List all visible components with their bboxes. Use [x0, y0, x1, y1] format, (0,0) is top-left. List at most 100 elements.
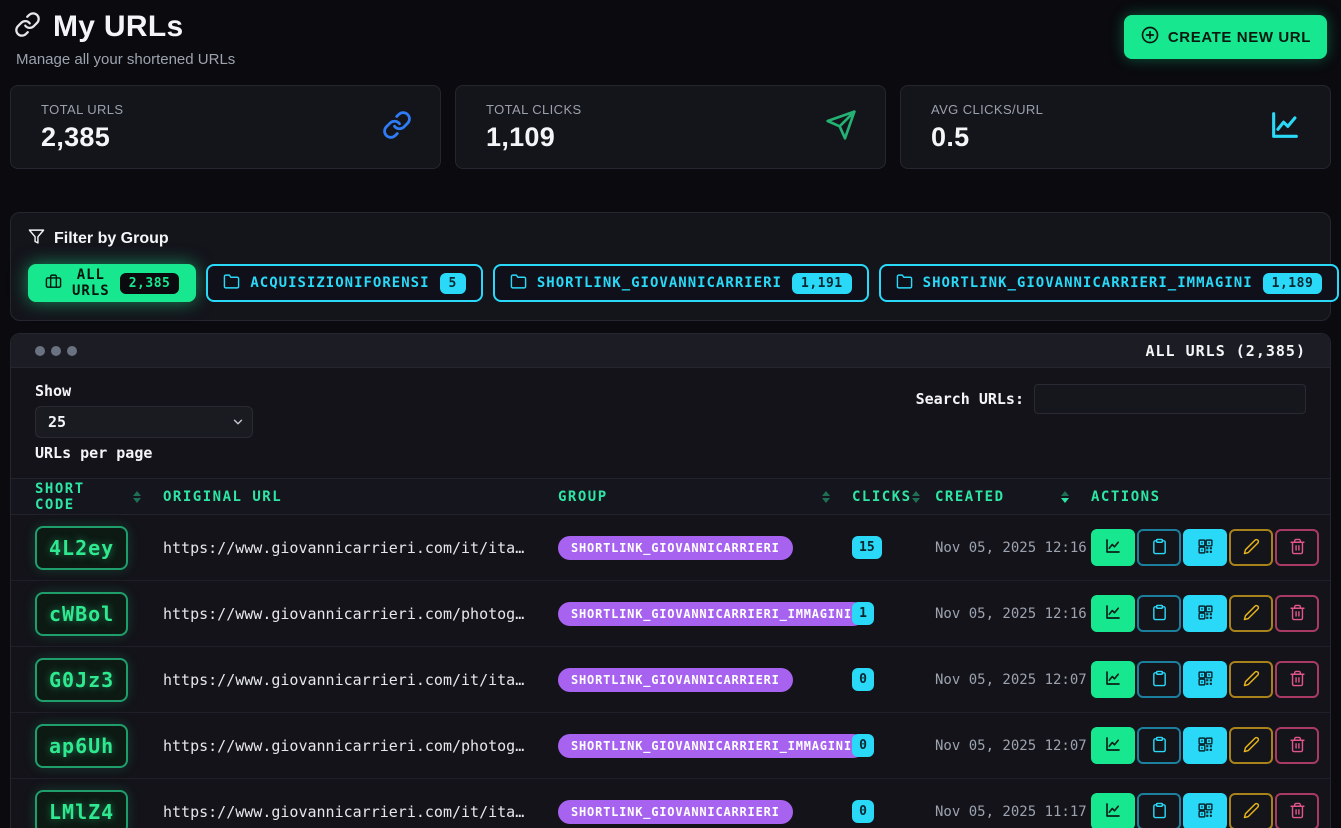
analytics-icon	[1104, 669, 1122, 690]
search-input[interactable]	[1034, 384, 1306, 414]
edit-button[interactable]	[1229, 793, 1273, 828]
delete-button[interactable]	[1275, 793, 1319, 828]
delete-button[interactable]	[1275, 727, 1319, 764]
column-header-created[interactable]: CREATED	[935, 489, 1091, 505]
column-header-clicks[interactable]: CLICKS	[852, 489, 935, 505]
folder-icon	[896, 273, 913, 294]
filter-panel: Filter by Group ALL URLS 2,385 ACQUISIZI…	[10, 212, 1331, 321]
row-actions	[1091, 661, 1319, 698]
create-new-url-button[interactable]: CREATE NEW URL	[1124, 15, 1327, 59]
analytics-button[interactable]	[1091, 661, 1135, 698]
pencil-icon	[1243, 670, 1260, 690]
stat-card-total-clicks: TOTAL CLICKS 1,109	[455, 85, 886, 169]
filter-title: Filter by Group	[54, 230, 169, 248]
group-badge: SHORTLINK_GIOVANNICARRIERI	[558, 536, 793, 560]
original-url-text: https://www.giovannicarrieri.com/it/ita…	[163, 671, 558, 689]
window-dot-icon	[35, 346, 45, 356]
delete-button[interactable]	[1275, 595, 1319, 632]
short-code-link[interactable]: 4L2ey	[35, 526, 128, 570]
filter-button-shortlink-giovannicarrieri[interactable]: SHORTLINK_GIOVANNICARRIERI 1,191	[493, 264, 869, 302]
window-dot-icon	[67, 346, 77, 356]
short-code-link[interactable]: LMlZ4	[35, 790, 128, 828]
per-page-select[interactable]: 25	[35, 406, 253, 438]
folder-icon	[510, 273, 527, 294]
table-row: 4L2ey https://www.giovannicarrieri.com/i…	[11, 515, 1330, 581]
edit-button[interactable]	[1229, 661, 1273, 698]
copy-button[interactable]	[1137, 595, 1181, 632]
clipboard-icon	[1151, 670, 1168, 690]
clicks-badge: 0	[852, 800, 874, 823]
link-icon	[382, 110, 412, 145]
page-header: My URLs Manage all your shortened URLs C…	[0, 0, 1341, 68]
table-row: G0Jz3 https://www.giovannicarrieri.com/i…	[11, 647, 1330, 713]
panel-title: ALL URLS (2,385)	[1146, 342, 1307, 360]
pencil-icon	[1243, 538, 1260, 558]
copy-button[interactable]	[1137, 661, 1181, 698]
analytics-button[interactable]	[1091, 793, 1135, 828]
copy-button[interactable]	[1137, 793, 1181, 828]
stat-card-avg-clicks: AVG CLICKS/URL 0.5	[900, 85, 1331, 169]
row-actions	[1091, 727, 1319, 764]
folder-icon	[223, 273, 240, 294]
qr-code-button[interactable]	[1183, 529, 1227, 566]
clipboard-icon	[1151, 736, 1168, 756]
copy-button[interactable]	[1137, 727, 1181, 764]
column-header-actions: ACTIONS	[1091, 489, 1306, 505]
sort-arrows-icon	[133, 491, 141, 503]
analytics-button[interactable]	[1091, 529, 1135, 566]
table-row: cWBol https://www.giovannicarrieri.com/p…	[11, 581, 1330, 647]
clipboard-icon	[1151, 802, 1168, 822]
line-chart-icon	[1268, 108, 1302, 147]
created-date-text: Nov 05, 2025 11:17	[935, 804, 1091, 820]
column-header-short-code[interactable]: SHORT CODE	[35, 481, 163, 513]
send-icon	[825, 109, 857, 146]
pencil-icon	[1243, 604, 1260, 624]
copy-button[interactable]	[1137, 529, 1181, 566]
filter-count-badge: 2,385	[120, 273, 180, 294]
analytics-icon	[1104, 735, 1122, 756]
column-label: SHORT CODE	[35, 481, 133, 513]
edit-button[interactable]	[1229, 727, 1273, 764]
edit-button[interactable]	[1229, 595, 1273, 632]
short-code-link[interactable]: cWBol	[35, 592, 128, 636]
stats-row: TOTAL URLS 2,385 TOTAL CLICKS 1,109 AVG …	[0, 85, 1341, 169]
qr-code-button[interactable]	[1183, 595, 1227, 632]
clipboard-icon	[1151, 604, 1168, 624]
original-url-text: https://www.giovannicarrieri.com/photog…	[163, 605, 558, 623]
group-badge: SHORTLINK_GIOVANNICARRIERI	[558, 800, 793, 824]
link-icon	[14, 11, 41, 43]
group-badge: SHORTLINK_GIOVANNICARRIERI	[558, 668, 793, 692]
filter-button-shortlink-giovannicarrieri-immagini[interactable]: SHORTLINK_GIOVANNICARRIERI_IMMAGINI 1,18…	[879, 264, 1340, 302]
created-date-text: Nov 05, 2025 12:07	[935, 672, 1091, 688]
qr-code-icon	[1197, 670, 1214, 690]
pencil-icon	[1243, 736, 1260, 756]
qr-code-button[interactable]	[1183, 727, 1227, 764]
page-subtitle: Manage all your shortened URLs	[16, 51, 235, 68]
delete-button[interactable]	[1275, 661, 1319, 698]
page-title: My URLs	[53, 10, 183, 44]
table-header-row: SHORT CODE ORIGINAL URL GROUP CLICKS CRE…	[11, 478, 1330, 515]
pencil-icon	[1243, 802, 1260, 822]
filter-button-acquisizioniforensi[interactable]: ACQUISIZIONIFORENSI 5	[206, 264, 482, 302]
table-row: LMlZ4 https://www.giovannicarrieri.com/i…	[11, 779, 1330, 828]
sort-arrows-icon	[912, 491, 920, 503]
short-code-link[interactable]: ap6Uh	[35, 724, 128, 768]
created-date-text: Nov 05, 2025 12:07	[935, 738, 1091, 754]
analytics-button[interactable]	[1091, 727, 1135, 764]
search-label: Search URLs:	[916, 390, 1024, 408]
filter-button-all-urls[interactable]: ALL URLS 2,385	[28, 264, 196, 302]
analytics-button[interactable]	[1091, 595, 1135, 632]
table-controls: Show 25 URLs per page Search URLs:	[11, 368, 1330, 470]
funnel-icon	[28, 228, 45, 250]
column-header-group[interactable]: GROUP	[558, 489, 852, 505]
column-label: GROUP	[558, 489, 608, 505]
group-badge: SHORTLINK_GIOVANNICARRIERI_IMMAGINI	[558, 734, 865, 758]
qr-code-button[interactable]	[1183, 793, 1227, 828]
created-date-text: Nov 05, 2025 12:16	[935, 606, 1091, 622]
row-actions	[1091, 793, 1319, 828]
edit-button[interactable]	[1229, 529, 1273, 566]
short-code-link[interactable]: G0Jz3	[35, 658, 128, 702]
delete-button[interactable]	[1275, 529, 1319, 566]
clicks-badge: 1	[852, 602, 874, 625]
qr-code-button[interactable]	[1183, 661, 1227, 698]
